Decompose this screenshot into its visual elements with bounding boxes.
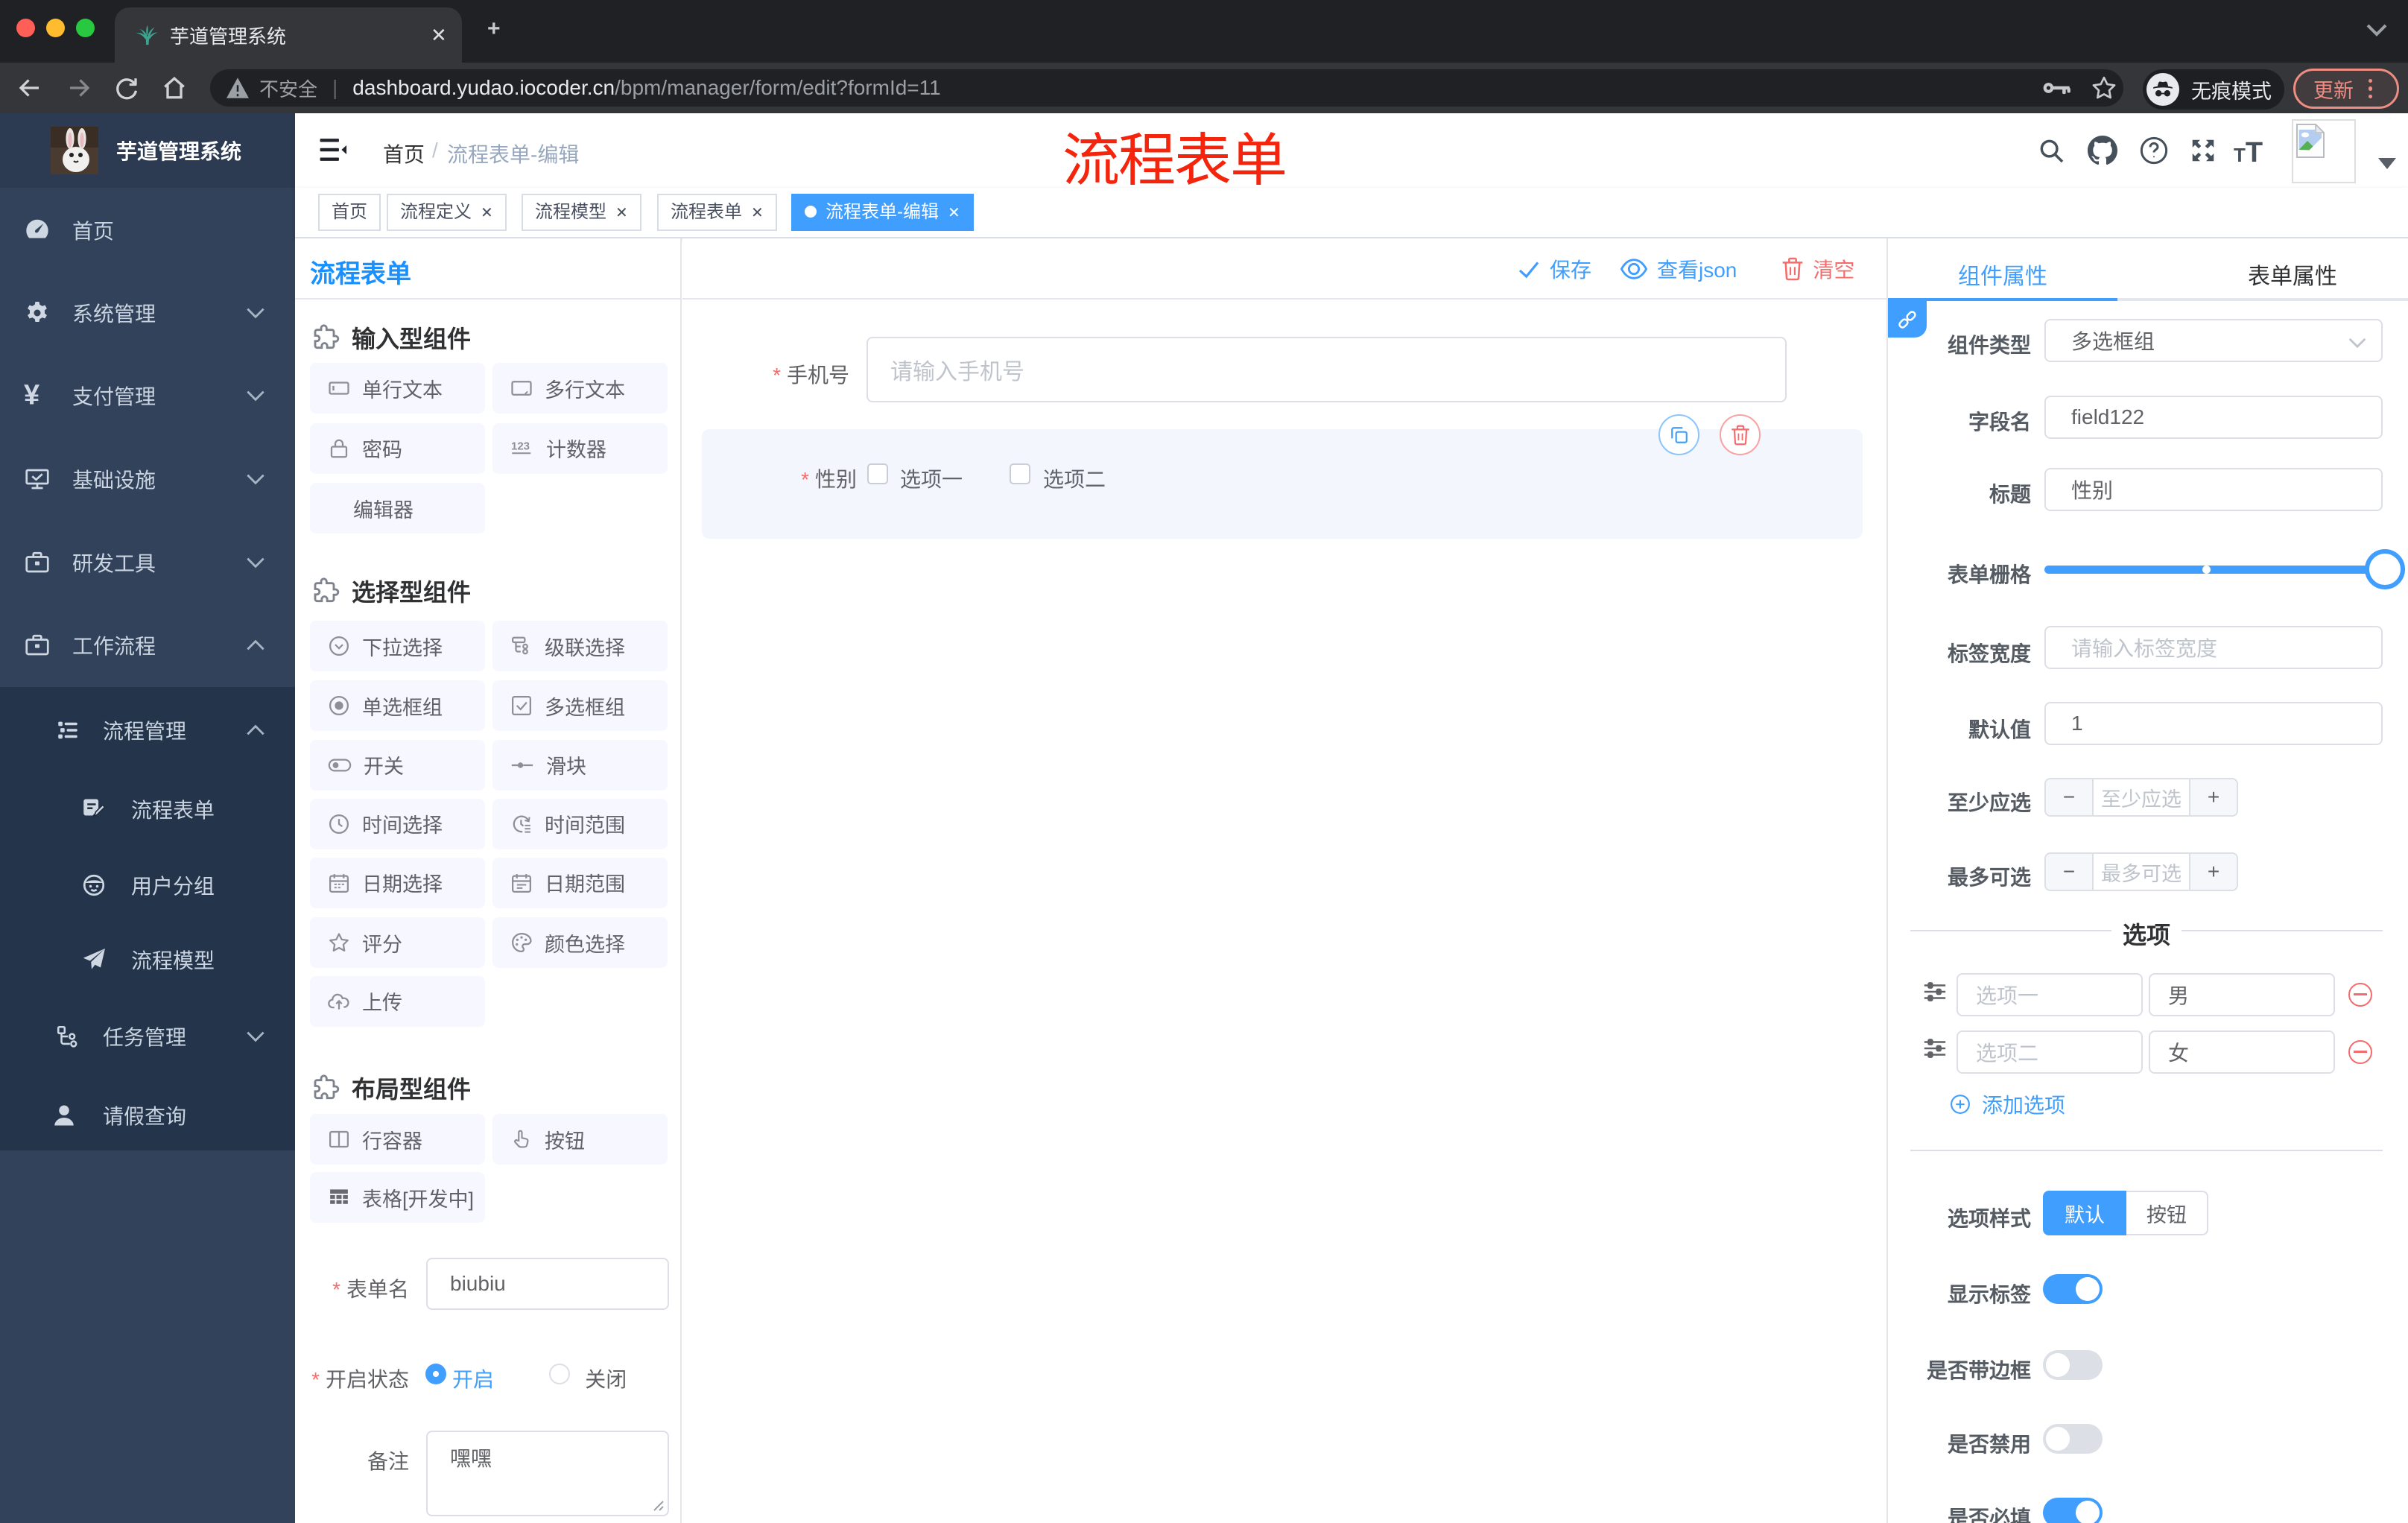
svg-text:123: 123: [511, 440, 530, 452]
